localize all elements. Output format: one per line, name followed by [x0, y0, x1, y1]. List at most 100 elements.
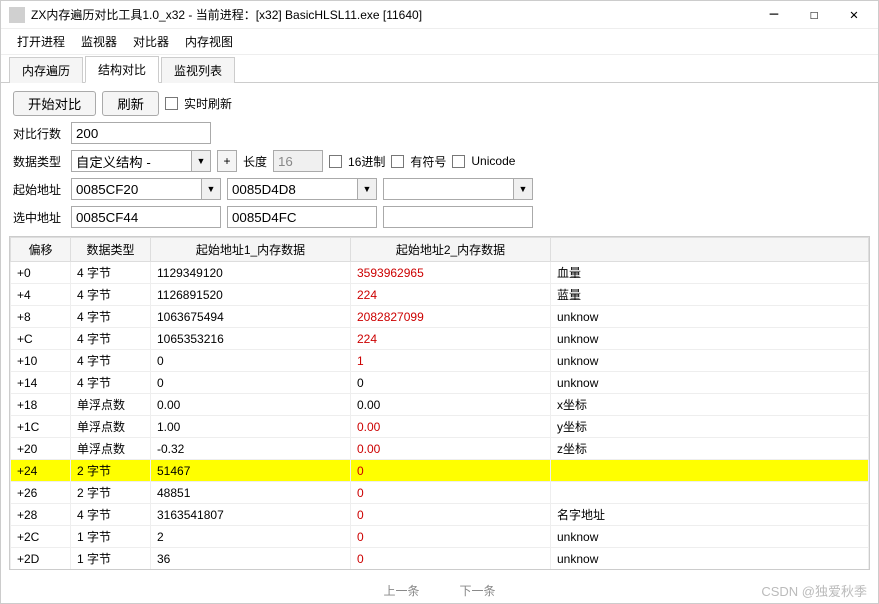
table-row[interactable]: +04 字节11293491203593962965血量 [11, 262, 869, 284]
cell-dtype: 单浮点数 [71, 394, 151, 416]
dtype-input[interactable] [71, 150, 191, 172]
menubar: 打开进程 监视器 对比器 内存视图 [1, 29, 878, 55]
cell-v1: 36 [151, 548, 351, 570]
cell-v2: 0 [351, 460, 551, 482]
length-input [273, 150, 323, 172]
sel2-input[interactable] [227, 206, 377, 228]
cell-v1: -0.32 [151, 438, 351, 460]
cell-v2: 0 [351, 482, 551, 504]
minimize-button[interactable]: ─ [758, 4, 790, 26]
cell-v1: 1.00 [151, 416, 351, 438]
tab-memory-traverse[interactable]: 内存遍历 [9, 57, 83, 83]
cell-desc: unknow [551, 372, 869, 394]
add-button[interactable]: + [217, 150, 237, 172]
cell-v1: 0.00 [151, 394, 351, 416]
addr3-combo[interactable]: ▼ [383, 178, 533, 200]
table-row[interactable]: +1C单浮点数1.000.00y坐标 [11, 416, 869, 438]
chevron-down-icon[interactable]: ▼ [357, 178, 377, 200]
close-button[interactable]: ✕ [838, 4, 870, 26]
toolbar: 开始对比 刷新 实时刷新 对比行数 数据类型 ▼ + 长度 16进制 有符号 U… [1, 83, 878, 236]
table-row[interactable]: +242 字节514670 [11, 460, 869, 482]
start-addr-label: 起始地址 [13, 181, 65, 198]
table-row[interactable]: +2D1 字节360unknow [11, 548, 869, 570]
start-compare-button[interactable]: 开始对比 [13, 91, 96, 116]
chevron-down-icon[interactable]: ▼ [201, 178, 221, 200]
table-row[interactable]: +C4 字节1065353216224unknow [11, 328, 869, 350]
cell-dtype: 单浮点数 [71, 416, 151, 438]
chevron-down-icon[interactable]: ▼ [513, 178, 533, 200]
col-data2[interactable]: 起始地址2_内存数据 [351, 238, 551, 262]
cell-desc: x坐标 [551, 394, 869, 416]
table-row[interactable]: +84 字节10636754942082827099unknow [11, 306, 869, 328]
cell-offset: +28 [11, 504, 71, 526]
cell-v1: 1126891520 [151, 284, 351, 306]
dtype-combo[interactable]: ▼ [71, 150, 211, 172]
length-label: 长度 [243, 153, 267, 170]
addr2-input[interactable] [227, 178, 357, 200]
realtime-checkbox[interactable] [165, 97, 178, 110]
sel1-input[interactable] [71, 206, 221, 228]
cell-desc: y坐标 [551, 416, 869, 438]
refresh-button[interactable]: 刷新 [102, 91, 159, 116]
tabs: 内存遍历 结构对比 监视列表 [1, 55, 878, 83]
col-dtype[interactable]: 数据类型 [71, 238, 151, 262]
cell-v2: 0.00 [351, 438, 551, 460]
cell-v2: 0 [351, 548, 551, 570]
unicode-label: Unicode [471, 154, 515, 168]
cell-v2: 224 [351, 328, 551, 350]
menu-open-process[interactable]: 打开进程 [17, 33, 65, 50]
cell-dtype: 4 字节 [71, 350, 151, 372]
cell-desc [551, 482, 869, 504]
col-data1[interactable]: 起始地址1_内存数据 [151, 238, 351, 262]
menu-compare[interactable]: 对比器 [133, 33, 169, 50]
cell-offset: +0 [11, 262, 71, 284]
sel-addr-label: 选中地址 [13, 209, 65, 226]
cell-v1: 0 [151, 372, 351, 394]
addr1-combo[interactable]: ▼ [71, 178, 221, 200]
cell-desc: 蓝量 [551, 284, 869, 306]
table-row[interactable]: +2E1 字节900unknow [11, 570, 869, 571]
col-desc[interactable] [551, 238, 869, 262]
next-button[interactable]: 下一条 [460, 582, 496, 599]
table-row[interactable]: +18单浮点数0.000.00x坐标 [11, 394, 869, 416]
tab-struct-compare[interactable]: 结构对比 [85, 56, 159, 83]
prev-button[interactable]: 上一条 [383, 582, 419, 599]
table-row[interactable]: +284 字节31635418070名字地址 [11, 504, 869, 526]
sel3-input[interactable] [383, 206, 533, 228]
signed-checkbox[interactable] [391, 155, 404, 168]
col-offset[interactable]: 偏移 [11, 238, 71, 262]
table-row[interactable]: +2C1 字节20unknow [11, 526, 869, 548]
maximize-button[interactable]: ☐ [798, 4, 830, 26]
table-row[interactable]: +104 字节01unknow [11, 350, 869, 372]
cell-v1: 2 [151, 526, 351, 548]
cell-desc [551, 460, 869, 482]
cell-v1: 0 [151, 350, 351, 372]
cell-v2: 0.00 [351, 394, 551, 416]
cell-offset: +8 [11, 306, 71, 328]
data-table-wrap[interactable]: 偏移 数据类型 起始地址1_内存数据 起始地址2_内存数据 +04 字节1129… [9, 236, 870, 570]
chevron-down-icon[interactable]: ▼ [191, 150, 211, 172]
watermark: CSDN @独爱秋季 [761, 581, 867, 600]
tab-watch-list[interactable]: 监视列表 [161, 57, 235, 83]
footer: 上一条 下一条 [1, 578, 878, 603]
menu-memview[interactable]: 内存视图 [185, 33, 233, 50]
rows-label: 对比行数 [13, 125, 65, 142]
cell-offset: +1C [11, 416, 71, 438]
cell-v1: 1129349120 [151, 262, 351, 284]
table-row[interactable]: +44 字节1126891520224蓝量 [11, 284, 869, 306]
addr2-combo[interactable]: ▼ [227, 178, 377, 200]
addr1-input[interactable] [71, 178, 201, 200]
menu-monitor[interactable]: 监视器 [81, 33, 117, 50]
hex-checkbox[interactable] [329, 155, 342, 168]
table-row[interactable]: +144 字节00unknow [11, 372, 869, 394]
cell-v2: 224 [351, 284, 551, 306]
cell-desc: 血量 [551, 262, 869, 284]
table-row[interactable]: +20单浮点数-0.320.00z坐标 [11, 438, 869, 460]
cell-offset: +4 [11, 284, 71, 306]
table-row[interactable]: +262 字节488510 [11, 482, 869, 504]
cell-v1: 1065353216 [151, 328, 351, 350]
cell-offset: +24 [11, 460, 71, 482]
unicode-checkbox[interactable] [452, 155, 465, 168]
addr3-input[interactable] [383, 178, 513, 200]
rows-input[interactable] [71, 122, 211, 144]
